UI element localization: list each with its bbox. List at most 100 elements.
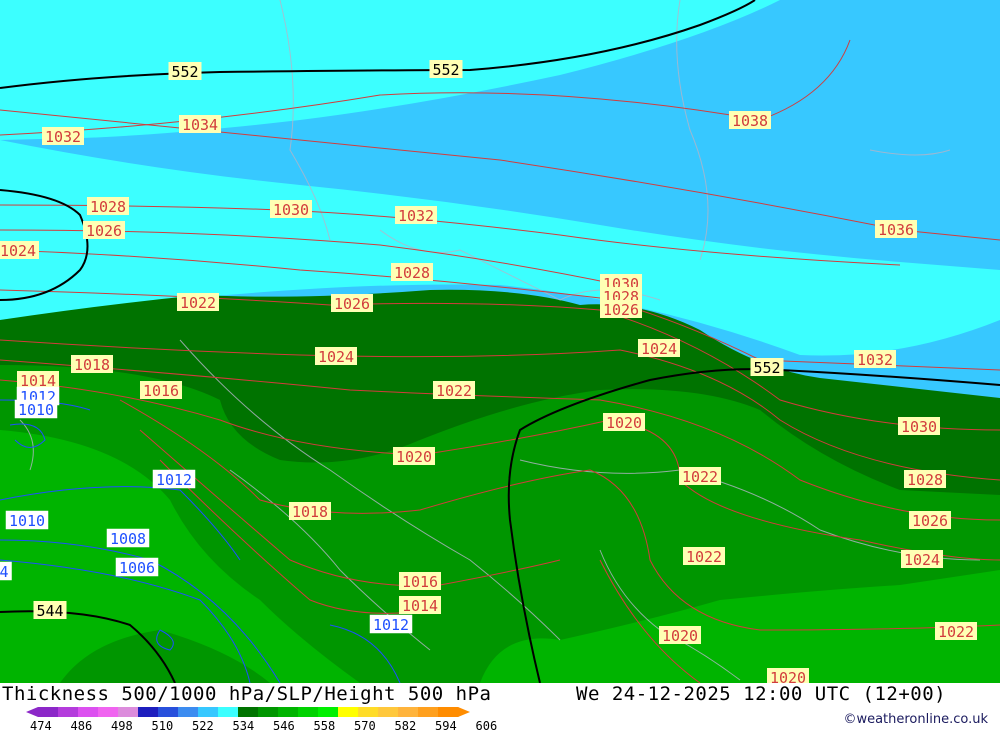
contour-label-p22: 1022 xyxy=(433,381,475,400)
scale-swatch xyxy=(318,707,339,717)
scale-swatch xyxy=(38,707,59,717)
label-text: 1016 xyxy=(402,573,438,591)
label-text: 552 xyxy=(171,63,198,81)
map-title: Thickness 500/1000 hPa/SLP/Height 500 hP… xyxy=(2,683,492,705)
scale-arrow-right xyxy=(458,707,470,717)
contour-label-p5: 1030 xyxy=(270,200,312,219)
contour-label-p13: 1026 xyxy=(600,300,642,319)
scale-swatch xyxy=(198,707,219,717)
scale-swatch xyxy=(438,707,459,717)
scale-swatch xyxy=(78,707,99,717)
label-text: 544 xyxy=(36,602,63,620)
scale-tick-label: 558 xyxy=(313,719,336,733)
contour-label-p36: 1020 xyxy=(767,668,809,683)
contour-label-t552b: 552 xyxy=(429,60,463,79)
label-text: 552 xyxy=(753,359,780,377)
scale-tick-label: 522 xyxy=(192,719,214,733)
label-text: 1038 xyxy=(732,112,768,130)
scale-tick-label: 606 xyxy=(475,719,498,733)
scale-swatch xyxy=(378,707,399,717)
contour-label-p35: 1022 xyxy=(935,622,977,641)
contour-label-t552c: 552 xyxy=(750,358,784,377)
label-text: 1034 xyxy=(182,116,218,134)
contour-label-p21: 1016 xyxy=(140,381,182,400)
contour-label-p4: 1028 xyxy=(87,197,129,216)
contour-label-p23: 1020 xyxy=(603,413,645,432)
thickness-color-scale xyxy=(26,707,470,717)
label-text: 1024 xyxy=(0,242,36,260)
scale-tick-label: 570 xyxy=(354,719,376,733)
label-text: 1026 xyxy=(334,295,370,313)
map-footer: Thickness 500/1000 hPa/SLP/Height 500 hP… xyxy=(0,683,1000,733)
weather-map: 552 552 552 544 1032 1034 1038 1028 1030 1032 1026… xyxy=(0,0,1000,683)
label-text: 1026 xyxy=(912,512,948,530)
contour-label-p3: 1038 xyxy=(729,111,771,130)
scale-tick-label: 498 xyxy=(111,719,133,733)
contour-label-t552a: 552 xyxy=(168,62,202,81)
label-text: 1020 xyxy=(396,448,432,466)
label-text: 1012 xyxy=(373,616,409,634)
label-text: 1010 xyxy=(18,401,54,419)
scale-swatch xyxy=(418,707,439,717)
label-text: 1020 xyxy=(662,627,698,645)
contour-label-t544: 544 xyxy=(33,601,67,620)
scale-swatch xyxy=(258,707,279,717)
contour-label-p24: 1030 xyxy=(898,417,940,436)
scale-swatch xyxy=(58,707,79,717)
scale-swatch xyxy=(158,707,179,717)
label-text: 1018 xyxy=(292,503,328,521)
contour-label-p2: 1034 xyxy=(179,115,221,134)
contour-label-p34: 1020 xyxy=(659,626,701,645)
label-text: 1006 xyxy=(119,559,155,577)
contour-label-p19: 1018 xyxy=(71,355,113,374)
label-text: 1032 xyxy=(45,128,81,146)
label-text: 1018 xyxy=(74,356,110,374)
contour-label-l7: 4 xyxy=(0,561,12,581)
contour-label-p18: 1032 xyxy=(854,350,896,369)
contour-label-p29: 1026 xyxy=(909,511,951,530)
label-text: 1024 xyxy=(904,551,940,569)
label-text: 4 xyxy=(0,563,9,581)
label-text: 1032 xyxy=(398,207,434,225)
contour-label-p1: 1032 xyxy=(42,127,84,146)
scale-swatch xyxy=(358,707,379,717)
scale-swatch xyxy=(138,707,159,717)
contour-label-l5: 1008 xyxy=(106,528,150,548)
scale-tick-label: 594 xyxy=(435,719,457,733)
scale-arrow-left xyxy=(26,707,38,717)
scale-swatch xyxy=(98,707,119,717)
contour-label-p28: 1018 xyxy=(289,502,331,521)
scale-tick-label: 474 xyxy=(30,719,52,733)
contour-label-p9: 1024 xyxy=(0,241,39,260)
contour-label-l4: 1010 xyxy=(5,510,49,530)
label-text: 1024 xyxy=(318,348,354,366)
label-text: 1022 xyxy=(686,548,722,566)
contour-label-l3: 1012 xyxy=(152,469,196,489)
label-text: 1020 xyxy=(770,669,806,683)
scale-swatch xyxy=(298,707,319,717)
label-text: 1028 xyxy=(907,471,943,489)
label-text: 1022 xyxy=(938,623,974,641)
valid-datetime: We 24-12-2025 12:00 UTC (12+00) xyxy=(576,683,947,705)
scale-tick-label: 534 xyxy=(232,719,255,733)
contour-label-p8: 1036 xyxy=(875,220,917,239)
label-text: 1032 xyxy=(857,351,893,369)
contour-label-p25: 1020 xyxy=(393,447,435,466)
scale-swatch xyxy=(398,707,419,717)
scale-tick-label: 486 xyxy=(70,719,93,733)
contour-label-p26: 1022 xyxy=(679,467,721,486)
label-text: 1016 xyxy=(143,382,179,400)
label-text: 1028 xyxy=(394,264,430,282)
contour-label-l2: 1010 xyxy=(14,399,58,419)
contour-label-l8: 1012 xyxy=(369,614,413,634)
scale-swatch xyxy=(338,707,359,717)
label-text: 1030 xyxy=(901,418,937,436)
label-text: 1036 xyxy=(878,221,914,239)
scale-swatch xyxy=(178,707,199,717)
contour-label-p32: 1016 xyxy=(399,572,441,591)
scale-swatch xyxy=(218,707,239,717)
scale-ticks: 474 486 498 510 522 534 546 558 570 582 594 606 xyxy=(0,719,520,733)
contour-label-p17: 1024 xyxy=(638,339,680,358)
scale-tick-label: 582 xyxy=(394,719,417,733)
credit-link[interactable]: ©weatheronline.co.uk xyxy=(843,712,988,727)
